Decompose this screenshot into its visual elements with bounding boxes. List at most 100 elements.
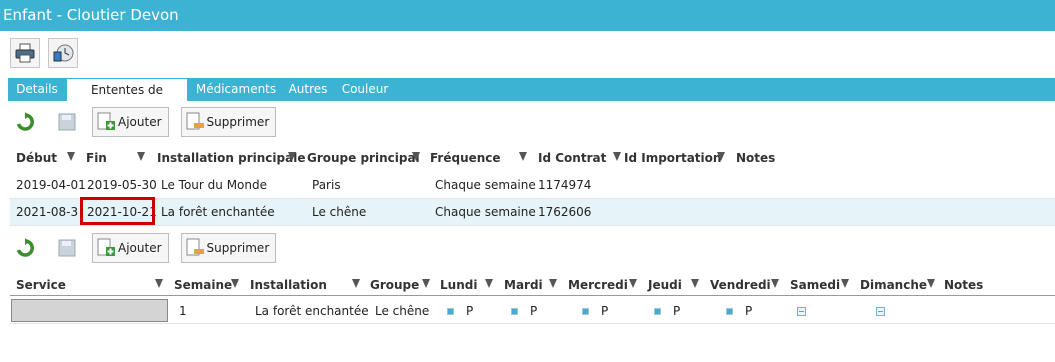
clock-icon xyxy=(53,44,74,62)
tab-details[interactable]: Details xyxy=(12,78,62,101)
col-groupe-principal[interactable]: Groupe principal xyxy=(307,147,420,169)
filter-icon[interactable] xyxy=(231,279,239,288)
filter-icon[interactable] xyxy=(67,152,75,161)
col-id-contrat[interactable]: Id Contrat xyxy=(538,147,606,169)
dimanche-checkbox[interactable] xyxy=(876,307,885,316)
refresh-button[interactable] xyxy=(10,107,40,137)
window-title: Enfant - Cloutier Devon xyxy=(3,6,179,24)
cell-frequence: Chaque semaine xyxy=(435,178,536,192)
col-mercredi[interactable]: Mercredi xyxy=(568,274,628,296)
filter-icon[interactable] xyxy=(771,279,779,288)
col-debut[interactable]: Début xyxy=(16,147,57,169)
add-document-icon xyxy=(97,112,115,130)
lundi-checkbox[interactable] xyxy=(447,308,454,315)
filter-icon[interactable] xyxy=(927,279,935,288)
save-button[interactable] xyxy=(52,233,82,263)
tab-medicaments[interactable]: Médicaments xyxy=(194,78,278,101)
print-button[interactable] xyxy=(10,38,40,68)
col-jeudi[interactable]: Jeudi xyxy=(648,274,682,296)
delete-service-button[interactable]: Supprimer xyxy=(180,233,277,263)
cell-id-contrat: 1762606 xyxy=(538,205,592,219)
cell-mardi: P xyxy=(530,304,538,318)
vendredi-checkbox[interactable] xyxy=(726,308,733,315)
cell-semaine: 1 xyxy=(179,304,187,318)
col-mardi[interactable]: Mardi xyxy=(504,274,543,296)
filter-icon[interactable] xyxy=(841,279,849,288)
main-toolbar xyxy=(10,38,78,70)
filter-icon[interactable] xyxy=(485,279,493,288)
cell-installation: Le Tour du Monde xyxy=(161,178,267,192)
col-frequence[interactable]: Fréquence xyxy=(430,147,501,169)
col-dimanche[interactable]: Dimanche xyxy=(860,274,927,296)
schedule-button[interactable] xyxy=(48,38,78,68)
save-button[interactable] xyxy=(52,107,82,137)
filter-icon[interactable] xyxy=(412,152,420,161)
filter-icon[interactable] xyxy=(613,152,621,161)
cell-debut: 2019-04-01 xyxy=(16,178,86,192)
services-table-header: Service Semaine Installation Groupe Lund… xyxy=(10,274,1055,296)
tab-autres[interactable]: Autres xyxy=(285,78,331,101)
jeudi-checkbox[interactable] xyxy=(654,308,661,315)
filter-icon[interactable] xyxy=(629,279,637,288)
col-semaine[interactable]: Semaine xyxy=(174,274,232,296)
tab-couleur[interactable]: Couleur xyxy=(338,78,392,101)
col-installation-principale[interactable]: Installation principale xyxy=(157,147,305,169)
refresh-icon xyxy=(16,112,34,131)
delete-button-label: Supprimer xyxy=(206,241,270,255)
cell-service[interactable] xyxy=(11,299,168,322)
cell-debut: 2021-08-30 xyxy=(16,205,78,219)
tab-ententes-de-services[interactable]: Ententes de services xyxy=(67,79,187,120)
window-titlebar: Enfant - Cloutier Devon xyxy=(0,0,1055,31)
filter-icon[interactable] xyxy=(137,152,145,161)
filter-icon[interactable] xyxy=(288,152,296,161)
delete-document-icon xyxy=(186,238,204,256)
refresh-button[interactable] xyxy=(10,233,40,263)
cell-groupe: Le chêne xyxy=(312,205,367,219)
add-document-icon xyxy=(97,238,115,256)
col-notes[interactable]: Notes xyxy=(944,274,983,296)
printer-icon xyxy=(15,43,35,63)
col-vendredi[interactable]: Vendredi xyxy=(710,274,771,296)
cell-frequence: Chaque semaine xyxy=(435,205,536,219)
col-service[interactable]: Service xyxy=(16,274,66,296)
filter-icon[interactable] xyxy=(717,152,725,161)
delete-contract-button[interactable]: Supprimer xyxy=(180,107,277,137)
save-icon xyxy=(58,239,76,257)
mercredi-checkbox[interactable] xyxy=(582,308,589,315)
col-id-importation[interactable]: Id Importation xyxy=(624,147,721,169)
cell-id-contrat: 1174974 xyxy=(538,178,592,192)
col-samedi[interactable]: Samedi xyxy=(790,274,840,296)
table-row[interactable]: 1 La forêt enchantée Le chêne P P P P P xyxy=(10,298,1055,324)
col-lundi[interactable]: Lundi xyxy=(440,274,477,296)
table-row[interactable]: 2019-04-01 2019-05-30 Le Tour du Monde P… xyxy=(10,172,1055,199)
add-button-label: Ajouter xyxy=(118,115,162,129)
samedi-checkbox[interactable] xyxy=(797,307,806,316)
contracts-table-header: Début Fin Installation principale Groupe… xyxy=(10,147,1055,169)
add-contract-button[interactable]: Ajouter xyxy=(92,107,169,137)
cell-groupe: Le chêne xyxy=(375,304,430,318)
cell-installation: La forêt enchantée xyxy=(161,205,275,219)
col-installation[interactable]: Installation xyxy=(250,274,327,296)
filter-icon[interactable] xyxy=(519,152,527,161)
filter-icon[interactable] xyxy=(155,279,163,288)
filter-icon[interactable] xyxy=(352,279,360,288)
cell-vendredi: P xyxy=(745,304,753,318)
col-fin[interactable]: Fin xyxy=(86,147,107,169)
filter-icon[interactable] xyxy=(691,279,699,288)
col-notes[interactable]: Notes xyxy=(736,147,775,169)
mardi-checkbox[interactable] xyxy=(511,308,518,315)
filter-icon[interactable] xyxy=(549,279,557,288)
filter-icon[interactable] xyxy=(422,279,430,288)
cell-fin: 2019-05-30 xyxy=(87,178,157,192)
cell-lundi: P xyxy=(466,304,474,318)
contracts-actionbar: Ajouter Supprimer xyxy=(10,107,277,137)
add-service-button[interactable]: Ajouter xyxy=(92,233,169,263)
highlight-box xyxy=(80,197,155,225)
table-row-selected[interactable]: 2021-08-30 2021-10-21 La forêt enchantée… xyxy=(10,199,1055,226)
add-button-label: Ajouter xyxy=(118,241,162,255)
delete-document-icon xyxy=(186,112,204,130)
save-icon xyxy=(58,113,76,131)
cell-mercredi: P xyxy=(601,304,609,318)
services-actionbar: Ajouter Supprimer xyxy=(10,233,277,263)
col-groupe[interactable]: Groupe xyxy=(370,274,419,296)
